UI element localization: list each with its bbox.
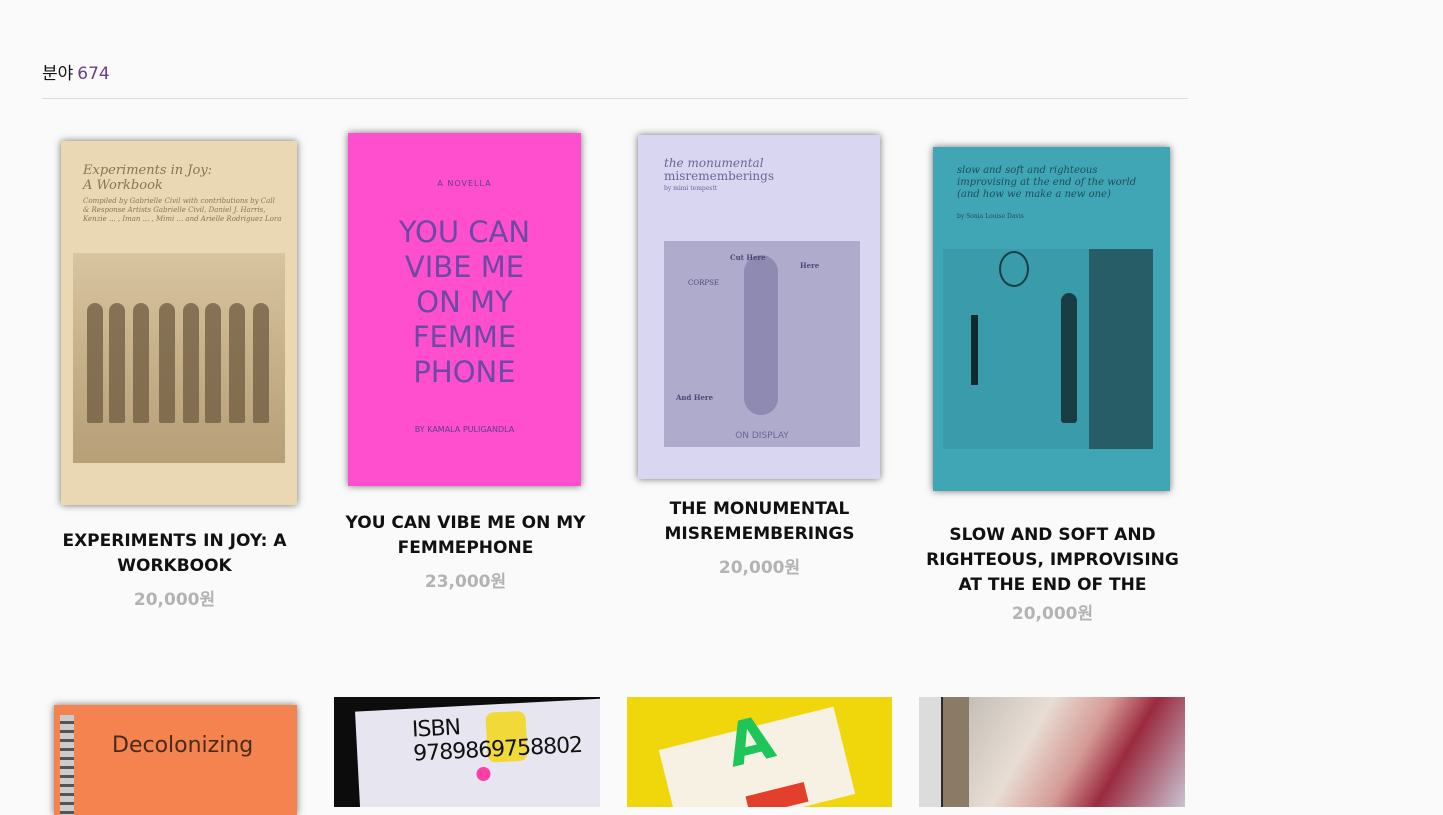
- cover-byline: BY KAMALA PULIGANDLA: [414, 425, 515, 434]
- cover-title-text: the monumental misrememberings: [664, 156, 774, 183]
- product-price: 20,000원: [718, 558, 801, 578]
- cover-photo: [943, 249, 1153, 449]
- spiral-binding: [60, 715, 74, 815]
- product-title[interactable]: EXPERIMENTS IN JOY: A WORKBOOK: [42, 529, 307, 579]
- product-price: 20,000원: [133, 590, 216, 610]
- cover-byline: by mimi tempestt: [664, 185, 718, 192]
- cover-card: ISBN 9789869758802: [355, 698, 600, 807]
- book-cover-image[interactable]: Decolonizing: [54, 705, 297, 815]
- product-price: 23,000원: [424, 572, 507, 592]
- cover-photo: [949, 697, 1185, 807]
- cover-title-text: YOU CAN VIBE ME ON MY FEMME PHONE: [398, 215, 531, 389]
- book-cover-image[interactable]: A NOVELLA YOU CAN VIBE ME ON MY FEMME PH…: [348, 133, 581, 486]
- cover-isbn-text: ISBN 9789869758802: [411, 715, 583, 767]
- cover-byline: by Sonia Louise Davis: [957, 213, 1024, 220]
- cover-title-text: Decolonizing: [112, 733, 254, 758]
- cover-title-text: Experiments in Joy: A Workbook: [83, 163, 213, 193]
- cover-credits-text: Compiled by Gabrielle Civil with contrib…: [83, 197, 282, 223]
- cover-title-text: slow and soft and righteous improvising a…: [957, 165, 1137, 200]
- category-header: 분야 674: [42, 62, 1188, 99]
- book-cover-image[interactable]: slow and soft and righteous improvising a…: [933, 147, 1170, 491]
- book-cover-image[interactable]: Experiments in Joy: A Workbook Compiled b…: [61, 141, 297, 505]
- cover-text-strip: [919, 697, 941, 807]
- category-label: 분야: [42, 64, 74, 84]
- book-cover-image[interactable]: [919, 697, 1185, 807]
- product-title[interactable]: YOU CAN VIBE ME ON MY FEMMEPHONE: [333, 511, 598, 561]
- cover-photo: [73, 253, 285, 463]
- book-cover-image[interactable]: A: [627, 697, 892, 807]
- cover-kicker: A NOVELLA: [437, 179, 492, 188]
- product-title[interactable]: THE MONUMENTAL MISREMEMBERINGS: [627, 497, 892, 547]
- product-price: 20,000원: [1011, 604, 1094, 624]
- book-cover-image[interactable]: ISBN 9789869758802: [334, 697, 600, 807]
- wood-block: [943, 697, 969, 807]
- category-count: 674: [77, 64, 110, 84]
- book-cover-image[interactable]: the monumental misrememberings by mimi te…: [638, 135, 880, 479]
- cover-illustration: Cut Here Here And Here CORPSE ON DISPLAY: [664, 241, 860, 447]
- product-title[interactable]: SLOW AND SOFT AND RIGHTEOUS, IMPROVISING…: [920, 523, 1185, 598]
